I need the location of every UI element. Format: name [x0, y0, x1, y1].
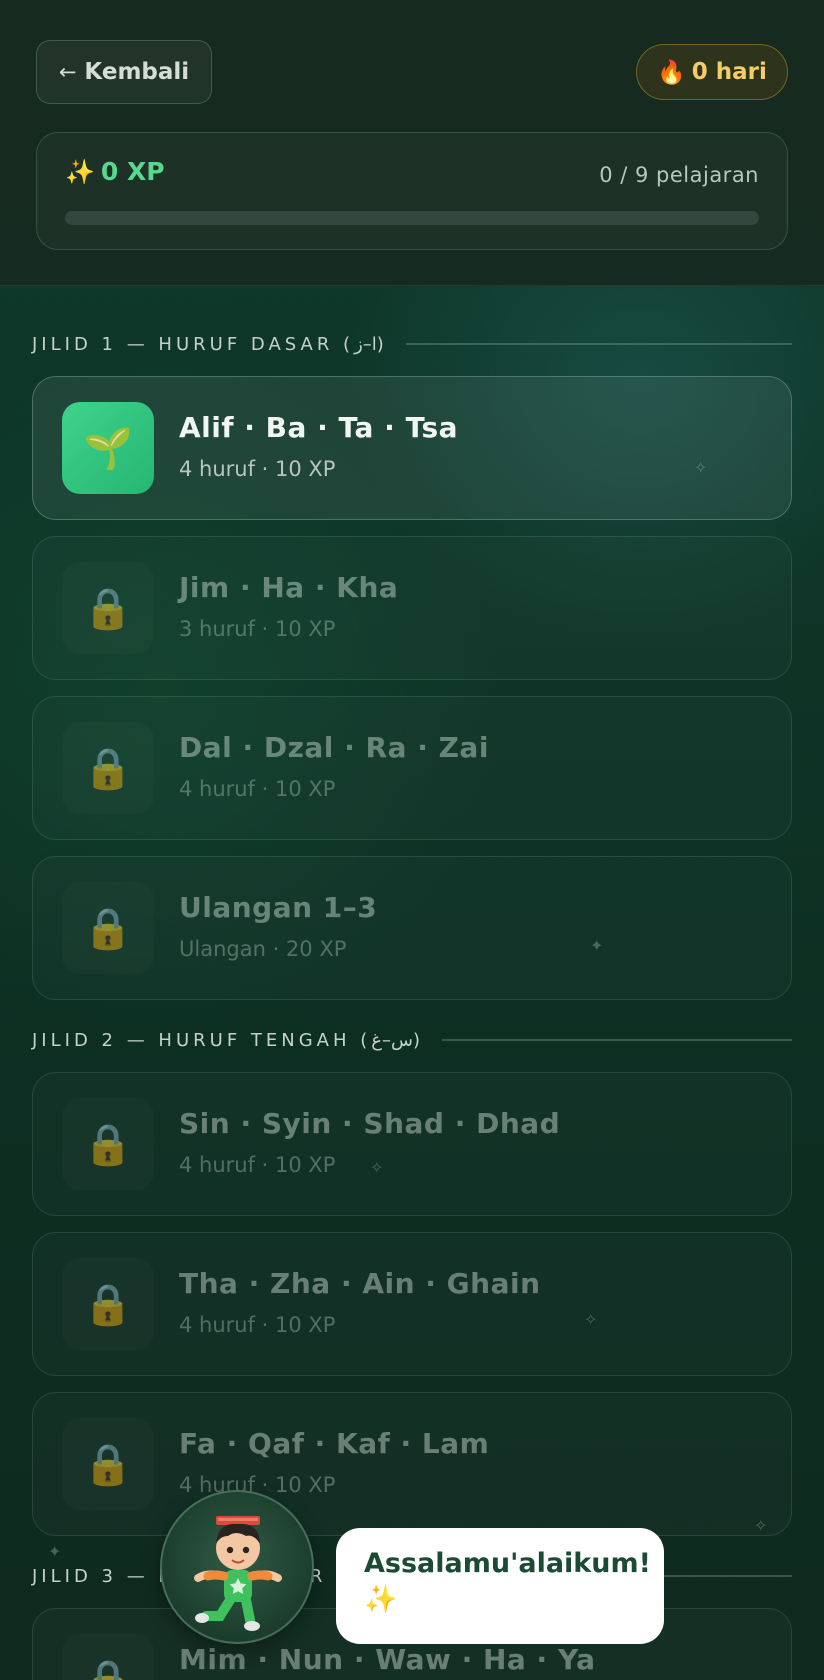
sprout-icon: 🌱	[62, 402, 154, 494]
section-divider	[442, 1039, 792, 1041]
lock-icon: 🔒	[62, 1418, 154, 1510]
progress-bar	[65, 211, 759, 225]
section-title-jilid-1: JILID 1 — HURUF DASAR (ا–ز)	[32, 330, 792, 358]
back-button[interactable]: ← Kembali	[36, 40, 212, 104]
lesson-subtitle: Ulangan · 20 XP	[179, 937, 347, 961]
xp-counter: ✨ 0 XP	[65, 157, 165, 186]
section-title-jilid-2: JILID 2 — HURUF TENGAH (س–غ)	[32, 1026, 792, 1054]
xp-label: 0 XP	[100, 157, 165, 186]
lesson-subtitle: 4 huruf · 10 XP	[179, 457, 336, 481]
streak-badge: 🔥 0 hari	[636, 44, 788, 100]
fire-icon: 🔥	[657, 59, 686, 86]
lesson-title: Dal · Dzal · Ra · Zai	[179, 731, 489, 764]
lesson-subtitle: 3 huruf · 10 XP	[179, 617, 336, 641]
lesson-card[interactable]: 🌱 Alif · Ba · Ta · Tsa 4 huruf · 10 XP	[32, 376, 792, 520]
lesson-title: Ulangan 1–3	[179, 891, 378, 924]
back-label: Kembali	[84, 59, 190, 85]
mascot-avatar[interactable]	[160, 1490, 314, 1644]
section-divider	[405, 343, 792, 345]
back-arrow-icon: ←	[58, 60, 77, 84]
lock-icon: 🔒	[62, 562, 154, 654]
sparkles-icon: ✨	[65, 157, 95, 186]
lesson-title: Mim · Nun · Waw · Ha · Ya	[179, 1643, 596, 1676]
lesson-card[interactable]: 🔒 Tha · Zha · Ain · Ghain 4 huruf · 10 X…	[32, 1232, 792, 1376]
lesson-title: Tha · Zha · Ain · Ghain	[179, 1267, 541, 1300]
lesson-card[interactable]: 🔒 Sin · Syin · Shad · Dhad 4 huruf · 10 …	[32, 1072, 792, 1216]
lesson-card[interactable]: 🔒 Jim · Ha · Kha 3 huruf · 10 XP	[32, 536, 792, 680]
lesson-subtitle: 4 huruf · 10 XP	[179, 1313, 336, 1337]
top-header: ← Kembali 🔥 0 hari ✨ 0 XP 0 / 9 pelajara…	[0, 0, 824, 286]
lesson-title: Sin · Syin · Shad · Dhad	[179, 1107, 561, 1140]
lessons-count: 0 / 9 pelajaran	[599, 163, 759, 187]
lesson-subtitle: 4 huruf · 10 XP	[179, 1153, 336, 1177]
lesson-card[interactable]: 🔒 Dal · Dzal · Ra · Zai 4 huruf · 10 XP	[32, 696, 792, 840]
lesson-title: Alif · Ba · Ta · Tsa	[179, 411, 459, 444]
lock-icon: 🔒	[62, 882, 154, 974]
mascot-boy-icon	[194, 1516, 282, 1631]
lesson-subtitle: 4 huruf · 10 XP	[179, 777, 336, 801]
lock-icon: 🔒	[62, 1098, 154, 1190]
twinkle-icon: ✦	[48, 1542, 62, 1561]
streak-label: 0 hari	[691, 59, 767, 85]
lesson-title: Fa · Qaf · Kaf · Lam	[179, 1427, 490, 1460]
lesson-card[interactable]: 🔒 Ulangan 1–3 Ulangan · 20 XP	[32, 856, 792, 1000]
lock-icon: 🔒	[62, 1634, 154, 1680]
lock-icon: 🔒	[62, 1258, 154, 1350]
lesson-card[interactable]: 🔒 Fa · Qaf · Kaf · Lam 4 huruf · 10 XP	[32, 1392, 792, 1536]
progress-card: ✨ 0 XP 0 / 9 pelajaran	[36, 132, 788, 250]
lock-icon: 🔒	[62, 722, 154, 814]
greeting-bubble: Assalamu'alaikum! ✨	[336, 1528, 664, 1644]
lesson-title: Jim · Ha · Kha	[179, 571, 399, 604]
